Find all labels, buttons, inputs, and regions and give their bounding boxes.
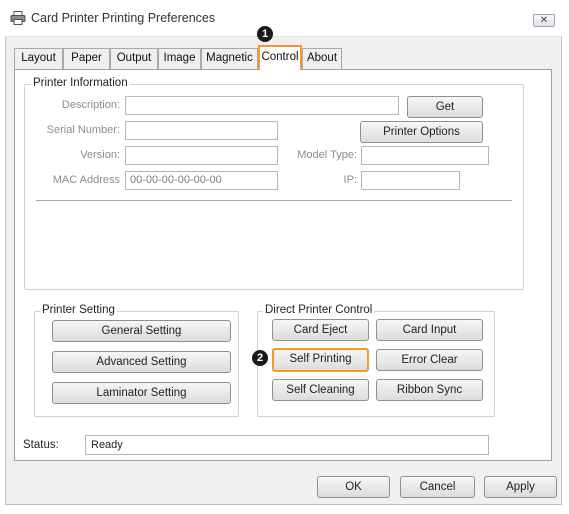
laminator-setting-button[interactable]: Laminator Setting (52, 382, 231, 404)
ip-label: IP: (343, 174, 357, 186)
self-printing-button[interactable]: Self Printing (272, 348, 369, 372)
callout-marker-1: 1 (257, 26, 273, 42)
tab-magnetic[interactable]: Magnetic (201, 48, 258, 69)
model-type-label: Model Type: (297, 149, 357, 161)
direct-printer-control-legend: Direct Printer Control (263, 304, 375, 316)
serial-number-field[interactable] (125, 121, 278, 140)
info-separator (36, 200, 512, 201)
card-eject-button[interactable]: Card Eject (272, 319, 369, 341)
self-cleaning-button[interactable]: Self Cleaning (272, 379, 369, 401)
cancel-button[interactable]: Cancel (400, 476, 475, 498)
window-title: Card Printer Printing Preferences (31, 11, 216, 25)
status-label: Status: (23, 439, 59, 451)
error-clear-button[interactable]: Error Clear (376, 349, 483, 371)
mac-address-field[interactable]: 00-00-00-00-00-00 (125, 171, 278, 190)
model-type-field[interactable] (361, 146, 489, 165)
tab-paper[interactable]: Paper (63, 48, 110, 69)
mac-address-label: MAC Address (52, 174, 120, 186)
ip-field[interactable] (361, 171, 460, 190)
get-button[interactable]: Get (407, 96, 483, 118)
close-button[interactable]: ✕ (533, 14, 555, 27)
tab-image[interactable]: Image (158, 48, 201, 69)
card-input-button[interactable]: Card Input (376, 319, 483, 341)
ok-button[interactable]: OK (317, 476, 390, 498)
general-setting-button[interactable]: General Setting (52, 320, 231, 342)
tab-about[interactable]: About (302, 48, 342, 69)
ribbon-sync-button[interactable]: Ribbon Sync (376, 379, 483, 401)
apply-button[interactable]: Apply (484, 476, 557, 498)
description-field[interactable] (125, 96, 399, 115)
advanced-setting-button[interactable]: Advanced Setting (52, 351, 231, 373)
printer-options-button[interactable]: Printer Options (360, 121, 483, 143)
close-icon: ✕ (539, 15, 549, 26)
version-field[interactable] (125, 146, 278, 165)
status-field: Ready (85, 435, 489, 455)
callout-marker-2: 2 (252, 350, 268, 366)
version-label: Version: (80, 149, 120, 161)
serial-number-label: Serial Number: (46, 124, 120, 136)
printer-information-legend: Printer Information (31, 77, 130, 89)
description-label: Description: (61, 99, 120, 111)
printer-setting-legend: Printer Setting (40, 304, 117, 316)
tab-output[interactable]: Output (110, 48, 158, 69)
tab-layout[interactable]: Layout (14, 48, 63, 69)
printer-icon (10, 11, 26, 25)
tab-control[interactable]: Control (258, 45, 302, 70)
